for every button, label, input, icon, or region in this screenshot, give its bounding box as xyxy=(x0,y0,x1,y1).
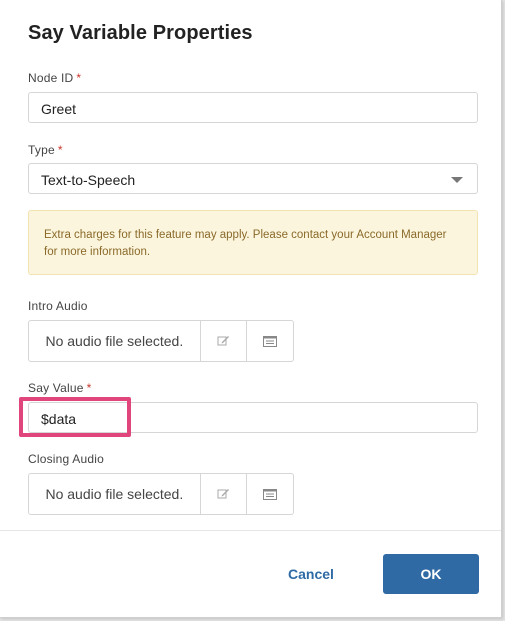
say-value-label: Say Value * xyxy=(28,381,92,395)
say-value-label-text: Say Value xyxy=(28,381,84,395)
closing-audio-edit-button[interactable] xyxy=(201,474,247,514)
say-value-field[interactable]: $data xyxy=(28,402,478,433)
footer-divider xyxy=(0,530,501,531)
node-id-value: Greet xyxy=(41,101,77,117)
closing-audio-status: No audio file selected. xyxy=(29,474,201,514)
pencil-edit-icon xyxy=(217,489,230,499)
required-asterisk: * xyxy=(76,71,82,85)
list-browse-icon xyxy=(263,488,278,500)
type-label: Type * xyxy=(28,143,63,157)
intro-audio-control: No audio file selected. xyxy=(28,320,294,362)
say-value-value: $data xyxy=(41,411,77,427)
charges-notice: Extra charges for this feature may apply… xyxy=(28,210,478,275)
closing-audio-label: Closing Audio xyxy=(28,452,104,466)
charges-notice-text: Extra charges for this feature may apply… xyxy=(44,229,447,258)
cancel-button[interactable]: Cancel xyxy=(272,554,350,594)
node-id-label: Node ID * xyxy=(28,71,81,85)
intro-audio-edit-button[interactable] xyxy=(201,321,247,361)
list-browse-icon xyxy=(263,335,278,347)
node-id-field[interactable]: Greet xyxy=(28,92,478,123)
chevron-down-icon xyxy=(451,177,463,183)
closing-audio-control: No audio file selected. xyxy=(28,473,294,515)
closing-audio-browse-button[interactable] xyxy=(246,474,293,514)
intro-audio-browse-button[interactable] xyxy=(246,321,293,361)
type-label-text: Type xyxy=(28,143,55,157)
required-asterisk: * xyxy=(86,381,92,395)
pencil-edit-icon xyxy=(217,336,230,346)
required-asterisk: * xyxy=(57,143,63,157)
type-select[interactable]: Text-to-Speech xyxy=(28,163,478,194)
dialog-title: Say Variable Properties xyxy=(28,22,253,44)
type-selected-value: Text-to-Speech xyxy=(41,172,136,188)
intro-audio-label: Intro Audio xyxy=(28,299,88,313)
ok-button[interactable]: OK xyxy=(383,554,479,594)
intro-audio-status: No audio file selected. xyxy=(29,321,201,361)
say-variable-properties-dialog: Say Variable Properties Node ID * Greet T… xyxy=(0,0,502,618)
node-id-label-text: Node ID xyxy=(28,71,74,85)
